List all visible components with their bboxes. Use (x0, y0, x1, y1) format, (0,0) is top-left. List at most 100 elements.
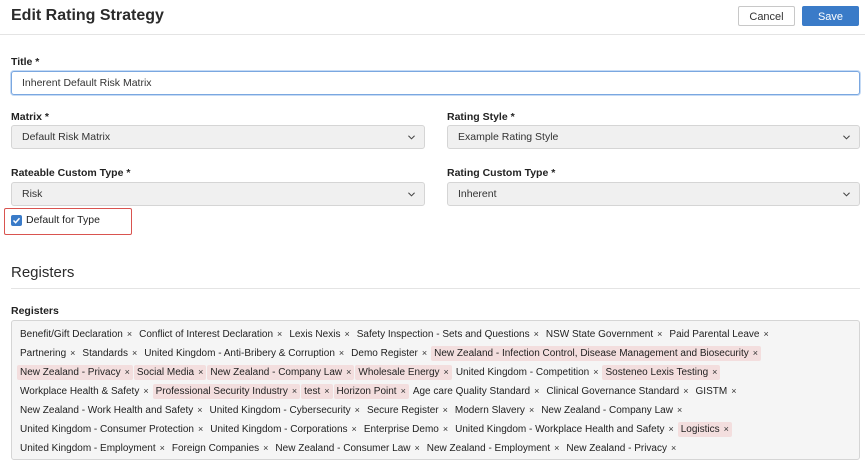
register-tag-label: United Kingdom - Corporations (210, 424, 348, 435)
remove-tag-icon[interactable]: × (324, 386, 329, 396)
remove-tag-icon[interactable]: × (753, 348, 758, 358)
tag-row: New Zealand - Privacy × Social Media × New Z… (17, 363, 859, 382)
remove-tag-icon[interactable]: × (198, 424, 203, 434)
register-tag-label: Paid Parental Leave (669, 329, 760, 340)
page-header: Edit Rating Strategy Cancel Save (0, 0, 865, 35)
checkmark-icon (12, 217, 21, 224)
remove-tag-icon[interactable]: × (712, 367, 717, 377)
remove-tag-icon[interactable]: × (352, 424, 357, 434)
chevron-down-icon (408, 135, 415, 140)
remove-tag-icon[interactable]: × (70, 348, 75, 358)
register-tag: New Zealand - Work Health and Safety × (17, 403, 206, 418)
remove-tag-icon[interactable]: × (534, 386, 539, 396)
rating-style-select[interactable]: Example Rating Style (447, 125, 860, 149)
register-tag: New Zealand - Company Law × (207, 365, 355, 380)
register-tag-label: United Kingdom - Consumer Protection (20, 424, 194, 435)
remove-tag-icon[interactable]: × (443, 424, 448, 434)
register-tag: New Zealand - Privacy × (17, 365, 133, 380)
rating-type-select[interactable]: Inherent (447, 182, 860, 206)
register-tag-label: NSW State Government (545, 329, 654, 340)
register-tag: Demo Register × (348, 346, 430, 361)
register-tag-label: New Zealand - Privacy (20, 367, 121, 378)
remove-tag-icon[interactable]: × (277, 329, 282, 339)
register-tag-label: Horizon Point (336, 386, 397, 397)
register-tag-label: New Zealand - Employment (426, 443, 551, 454)
remove-tag-icon[interactable]: × (414, 443, 419, 453)
title-label: Title * (11, 56, 40, 68)
tag-row: New Zealand - Work Health and Safety × Uni… (17, 401, 859, 420)
remove-tag-icon[interactable]: × (677, 405, 682, 415)
registers-label: Registers (11, 305, 59, 317)
rating-type-select-value: Inherent (458, 188, 497, 200)
register-tag-label: Foreign Companies (171, 443, 260, 454)
register-tag: Conflict of Interest Declaration × (136, 327, 285, 342)
register-tag-label: Conflict of Interest Declaration (139, 329, 274, 340)
remove-tag-icon[interactable]: × (554, 443, 559, 453)
remove-tag-icon[interactable]: × (355, 405, 360, 415)
remove-tag-icon[interactable]: × (671, 443, 676, 453)
remove-tag-icon[interactable]: × (529, 405, 534, 415)
remove-tag-icon[interactable]: × (263, 443, 268, 453)
register-tag: Paid Parental Leave × (666, 327, 771, 342)
registers-multiselect[interactable]: Benefit/Gift Declaration × Conflict of Int… (11, 320, 860, 460)
save-button[interactable]: Save (802, 6, 859, 26)
remove-tag-icon[interactable]: × (132, 348, 137, 358)
register-tag-label: Age care Quality Standard (412, 386, 531, 397)
remove-tag-icon[interactable]: × (401, 386, 406, 396)
register-tag: United Kingdom - Cybersecurity × (207, 403, 363, 418)
register-tag: Benefit/Gift Declaration × (17, 327, 135, 342)
tag-row: Partnering × Standards × United Kingdom - An… (17, 344, 859, 363)
remove-tag-icon[interactable]: × (657, 329, 662, 339)
register-tag: United Kingdom - Workplace Health and Sa… (452, 422, 677, 437)
matrix-select[interactable]: Default Risk Matrix (11, 125, 425, 149)
remove-tag-icon[interactable]: × (422, 348, 427, 358)
default-for-type-label[interactable]: Default for Type (26, 214, 100, 226)
remove-tag-icon[interactable]: × (292, 386, 297, 396)
register-tag-label: Standards (82, 348, 128, 359)
registers-section-title: Registers (11, 264, 75, 281)
register-tag: Horizon Point × (333, 384, 409, 399)
remove-tag-icon[interactable]: × (668, 424, 673, 434)
register-tag: Standards × (79, 346, 140, 361)
remove-tag-icon[interactable]: × (731, 386, 736, 396)
page-title: Edit Rating Strategy (11, 7, 164, 24)
remove-tag-icon[interactable]: × (444, 367, 449, 377)
register-tag-label: Benefit/Gift Declaration (20, 329, 123, 340)
register-tag: Secure Register × (364, 403, 451, 418)
remove-tag-icon[interactable]: × (346, 367, 351, 377)
register-tag-label: United Kingdom - Cybersecurity (209, 405, 351, 416)
register-tag-label: Safety Inspection - Sets and Questions (356, 329, 530, 340)
chevron-down-icon (843, 192, 850, 197)
register-tag: United Kingdom - Corporations × (207, 422, 360, 437)
register-tag-label: Workplace Health & Safety (20, 386, 140, 397)
remove-tag-icon[interactable]: × (339, 348, 344, 358)
register-tag-label: Secure Register (366, 405, 439, 416)
remove-tag-icon[interactable]: × (160, 443, 165, 453)
register-tag-label: United Kingdom - Anti-Bribery & Corrupti… (144, 348, 335, 359)
remove-tag-icon[interactable]: × (127, 329, 132, 339)
chevron-down-icon (408, 192, 415, 197)
rating-type-label: Rating Custom Type * (447, 167, 556, 179)
remove-tag-icon[interactable]: × (683, 386, 688, 396)
remove-tag-icon[interactable]: × (125, 367, 130, 377)
chevron-down-icon (843, 135, 850, 140)
remove-tag-icon[interactable]: × (534, 329, 539, 339)
remove-tag-icon[interactable]: × (143, 386, 148, 396)
register-tag-label: New Zealand - Company Law (541, 405, 673, 416)
remove-tag-icon[interactable]: × (724, 424, 729, 434)
remove-tag-icon[interactable]: × (443, 405, 448, 415)
cancel-button[interactable]: Cancel (738, 6, 795, 26)
remove-tag-icon[interactable]: × (198, 367, 203, 377)
default-for-type-checkbox[interactable] (11, 215, 22, 226)
remove-tag-icon[interactable]: × (344, 329, 349, 339)
register-tag-label: Enterprise Demo (363, 424, 439, 435)
rateable-type-select[interactable]: Risk (11, 182, 425, 206)
register-tag: United Kingdom - Competition × (453, 365, 602, 380)
rating-style-label: Rating Style * (447, 111, 515, 123)
remove-tag-icon[interactable]: × (197, 405, 202, 415)
rateable-type-select-value: Risk (22, 188, 43, 200)
title-input[interactable]: Inherent Default Risk Matrix (11, 71, 860, 95)
remove-tag-icon[interactable]: × (763, 329, 768, 339)
register-tag: Clinical Governance Standard × (543, 384, 691, 399)
remove-tag-icon[interactable]: × (593, 367, 598, 377)
